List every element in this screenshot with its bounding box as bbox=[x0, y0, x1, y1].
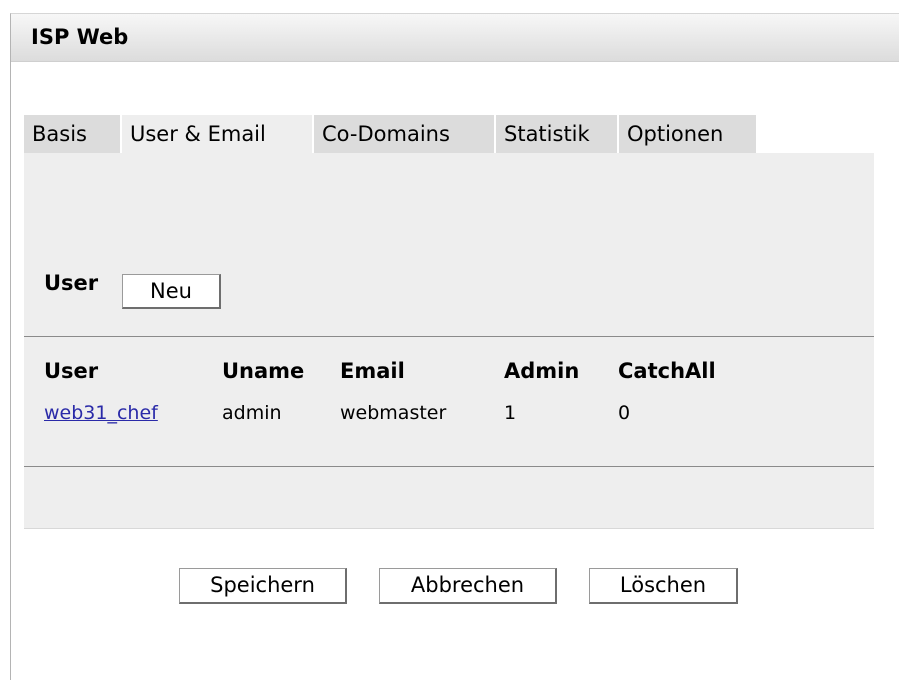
window-titlebar: ISP Web bbox=[11, 14, 899, 62]
col-header-user: User bbox=[44, 359, 99, 383]
divider-bottom bbox=[24, 466, 874, 467]
delete-button[interactable]: Löschen bbox=[589, 568, 738, 604]
user-section-label: User bbox=[44, 271, 99, 295]
tab-panel-user-email: User Neu User Uname Email Admin CatchAll… bbox=[24, 153, 874, 529]
window-title: ISP Web bbox=[31, 25, 129, 49]
col-header-admin: Admin bbox=[504, 359, 580, 383]
col-header-catchall: CatchAll bbox=[618, 359, 716, 383]
cell-catchall: 0 bbox=[618, 402, 631, 424]
new-user-button[interactable]: Neu bbox=[122, 274, 221, 309]
cell-admin: 1 bbox=[504, 402, 517, 424]
cell-email: webmaster bbox=[340, 402, 447, 424]
save-button[interactable]: Speichern bbox=[179, 568, 347, 604]
tab-statistik[interactable]: Statistik bbox=[496, 115, 617, 153]
cell-uname: admin bbox=[222, 402, 282, 424]
divider-top bbox=[24, 336, 874, 337]
tab-user-email[interactable]: User & Email bbox=[122, 115, 312, 153]
cancel-button[interactable]: Abbrechen bbox=[379, 568, 557, 604]
user-link[interactable]: web31_chef bbox=[44, 402, 158, 424]
tab-basis[interactable]: Basis bbox=[24, 115, 120, 153]
col-header-email: Email bbox=[340, 359, 405, 383]
tab-optionen[interactable]: Optionen bbox=[619, 115, 756, 153]
col-header-uname: Uname bbox=[222, 359, 305, 383]
tab-co-domains[interactable]: Co-Domains bbox=[314, 115, 494, 153]
